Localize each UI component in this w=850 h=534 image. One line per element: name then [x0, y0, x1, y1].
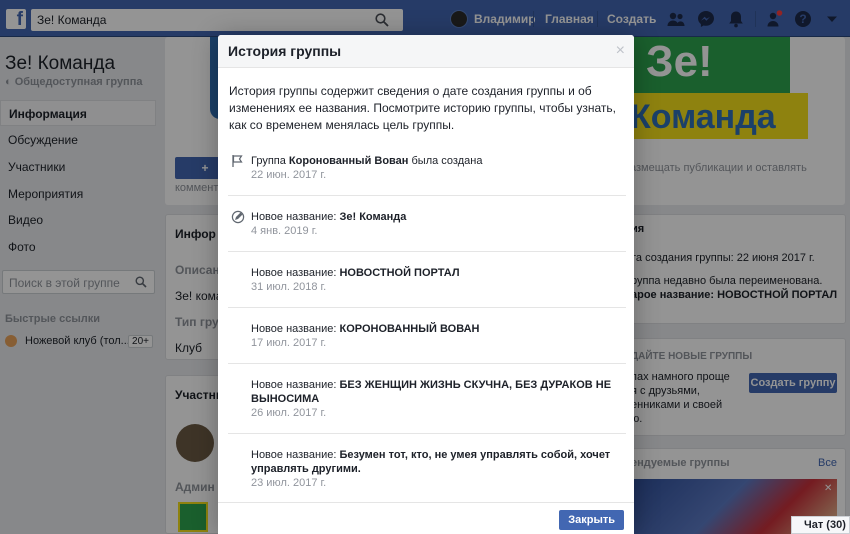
- history-entry: Новое название: Зе! Команда 4 янв. 2019 …: [228, 195, 626, 251]
- history-entry-text: Новое название: НОВОСТНОЙ ПОРТАЛ: [251, 267, 460, 279]
- history-entry: Новое название: Безумен тот, кто, не уме…: [228, 433, 626, 502]
- history-entry-text: Новое название: Безумен тот, кто, не уме…: [251, 449, 611, 475]
- history-entry-text: Новое название: БЕЗ ЖЕНЩИН ЖИЗНЬ СКУЧНА,…: [251, 379, 612, 405]
- history-entry-date: 26 июл. 2017 г.: [251, 407, 327, 419]
- edit-icon: [231, 210, 245, 224]
- history-entry: Новое название: КОРОНОВАННЫЙ ВОВАН 17 ию…: [228, 307, 626, 363]
- history-entry-date: 31 июл. 2018 г.: [251, 281, 327, 293]
- dialog-title: История группы: [228, 43, 342, 59]
- chat-tab[interactable]: Чат (30): [791, 516, 850, 534]
- group-name: КОРОНОВАННЫЙ ВОВАН: [339, 323, 480, 335]
- dialog-intro-text: История группы содержит сведения о дате …: [229, 84, 616, 132]
- close-button[interactable]: Закрыть: [559, 510, 624, 530]
- group-name: НОВОСТНОЙ ПОРТАЛ: [339, 267, 460, 279]
- group-history-dialog: История группы × История группы содержит…: [218, 35, 634, 534]
- history-entry-text: Новое название: Зе! Команда: [251, 211, 407, 223]
- dialog-header: История группы ×: [218, 35, 634, 68]
- close-icon[interactable]: ×: [616, 42, 625, 60]
- group-name: Коронованный Вован: [288, 155, 409, 167]
- history-entry-date: 22 июн. 2017 г.: [251, 169, 327, 181]
- history-entry: Новое название: НОВОСТНОЙ ПОРТАЛ 31 июл.…: [228, 251, 626, 307]
- history-entry: Группа Коронованный Вован была создана 2…: [228, 147, 626, 195]
- history-entry-date: 17 июл. 2017 г.: [251, 337, 327, 349]
- history-entry-date: 23 июл. 2017 г.: [251, 477, 327, 489]
- history-entry: Новое название: БЕЗ ЖЕНЩИН ЖИЗНЬ СКУЧНА,…: [228, 363, 626, 433]
- history-entry-text: Группа Коронованный Вован была создана: [251, 155, 483, 167]
- flag-icon: [232, 155, 243, 167]
- group-name: Зе! Команда: [339, 211, 407, 223]
- dialog-footer: Закрыть: [218, 502, 634, 534]
- history-entry-date: 4 янв. 2019 г.: [251, 225, 318, 237]
- history-entry-text: Новое название: КОРОНОВАННЫЙ ВОВАН: [251, 323, 480, 335]
